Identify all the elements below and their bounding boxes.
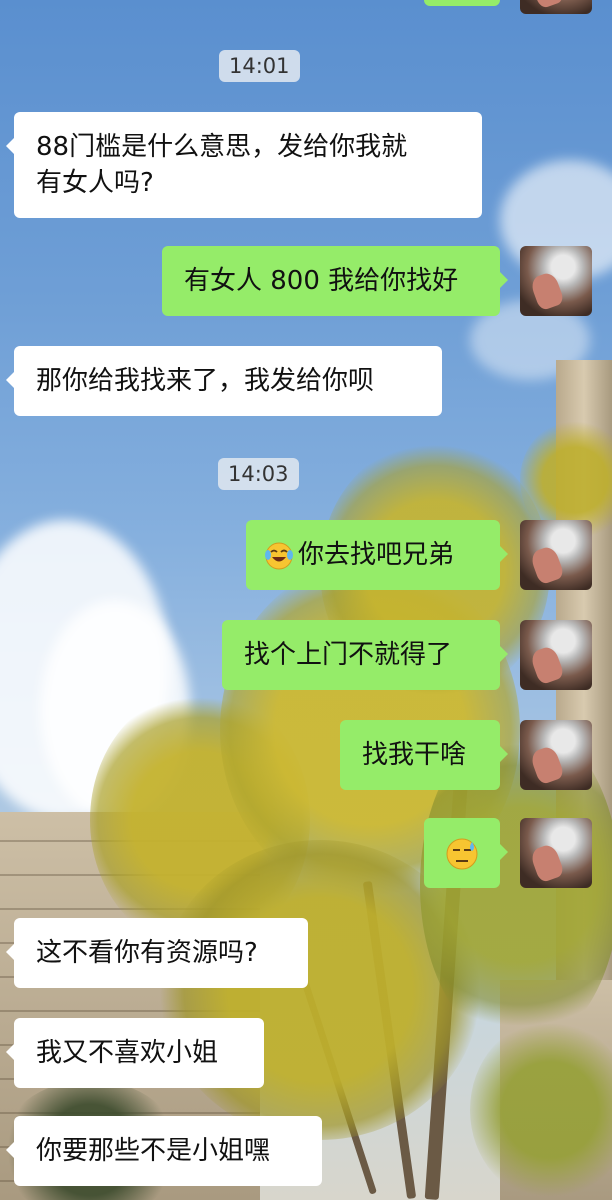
outgoing-message[interactable]: 找个上门不就得了 — [222, 620, 508, 690]
outgoing-message[interactable]: 你去找吧兄弟 — [246, 520, 508, 590]
message-text: 你要那些不是小姐嘿 — [36, 1136, 271, 1166]
incoming-message[interactable]: 88门槛是什么意思，发给你我就 有女人吗? — [6, 112, 482, 218]
message-text: 找个上门不就得了 — [244, 640, 453, 670]
user-avatar[interactable] — [520, 620, 592, 690]
tears-of-joy-emoji — [265, 542, 293, 569]
timestamp: 14:03 — [218, 458, 299, 490]
user-avatar[interactable] — [520, 0, 592, 14]
message-text-line: 有女人吗? — [36, 168, 154, 198]
incoming-message[interactable]: 你要那些不是小姐嘿 — [6, 1116, 322, 1186]
message-text: 这不看你有资源吗? — [36, 938, 258, 968]
message-text: 我又不喜欢小姐 — [36, 1038, 219, 1068]
chat-message-list[interactable]: 14:01 88门槛是什么意思，发给你我就 有女人吗? 有女人 800 我给你找… — [0, 0, 612, 1200]
message-text: 你去找吧兄弟 — [298, 540, 455, 570]
user-avatar[interactable] — [520, 246, 592, 316]
incoming-message[interactable]: 我又不喜欢小姐 — [6, 1018, 264, 1088]
sweat-smile-emoji — [446, 838, 478, 869]
user-avatar[interactable] — [520, 520, 592, 590]
message-text: 有女人 800 我给你找好 — [184, 266, 459, 296]
message-text: 找我干啥 — [362, 740, 467, 770]
message-text: 那你给我找来了，我发给你呗 — [36, 366, 375, 396]
outgoing-message[interactable] — [424, 818, 508, 888]
partial-outgoing-bubble — [424, 0, 500, 6]
incoming-message[interactable]: 这不看你有资源吗? — [6, 918, 308, 988]
message-text-line: 88门槛是什么意思，发给你我就 — [36, 132, 408, 162]
user-avatar[interactable] — [520, 720, 592, 790]
user-avatar[interactable] — [520, 818, 592, 888]
incoming-message[interactable]: 那你给我找来了，我发给你呗 — [6, 346, 442, 416]
outgoing-message[interactable]: 找我干啥 — [340, 720, 508, 790]
timestamp: 14:01 — [219, 50, 300, 82]
outgoing-message[interactable]: 有女人 800 我给你找好 — [162, 246, 508, 316]
